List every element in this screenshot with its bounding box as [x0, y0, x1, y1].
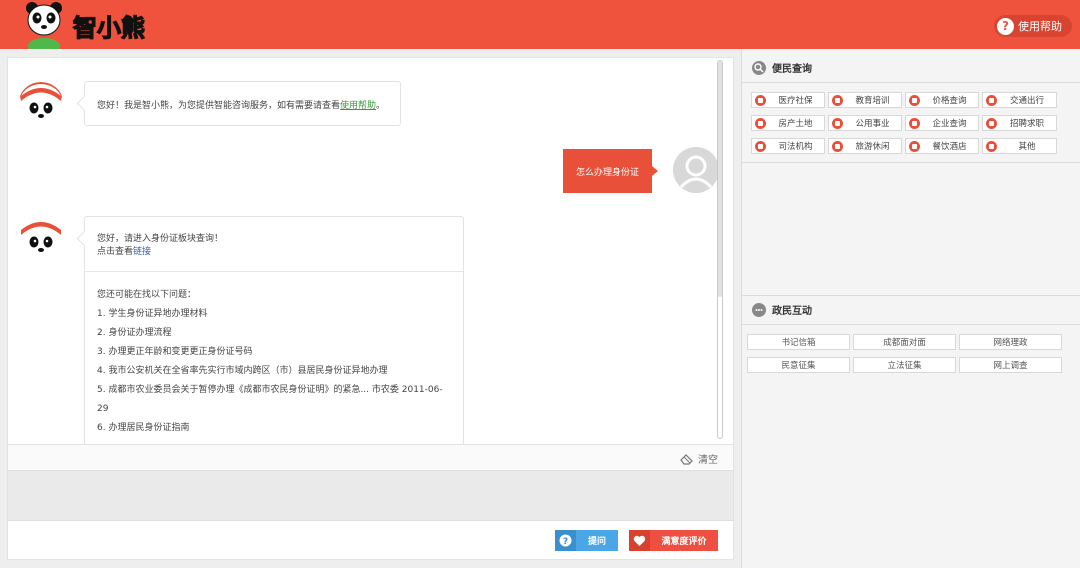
user-avatar-icon: [673, 147, 719, 193]
rate-button[interactable]: 满意度评价: [629, 530, 718, 551]
user-message-text: 怎么办理身份证: [575, 167, 639, 178]
magnifier-icon: [909, 117, 920, 129]
divider: [742, 82, 1080, 83]
suggestion-title: 您还可能在找以下问题：: [97, 290, 197, 300]
question-icon: ?: [555, 530, 576, 551]
service-education[interactable]: 教育培训: [828, 92, 902, 108]
suggestion-item[interactable]: 4. 我市公安机关在全省率先实行市域内跨区（市）县居民身份证异地办理: [97, 362, 451, 381]
message-scrollbar[interactable]: [717, 60, 723, 439]
gov-item-face-to-face[interactable]: 成都面对面: [853, 334, 956, 350]
service-dining[interactable]: 餐饮酒店: [905, 138, 979, 154]
service-label: 餐饮酒店: [932, 142, 967, 152]
eraser-icon: [680, 453, 693, 465]
message-list: 您好！我是智小熊，为您提供智能咨询服务，如有需要请查看使用帮助。 怎么办理身份证: [8, 58, 733, 444]
service-other[interactable]: 其他: [982, 138, 1057, 154]
dish-icon: [909, 140, 920, 152]
heart-icon: [629, 530, 650, 551]
gov-item-mailbox[interactable]: 书记信箱: [747, 334, 850, 350]
reply-line1: 您好，请进入身份证板块查询！: [97, 234, 224, 244]
service-label: 价格查询: [932, 96, 967, 106]
suggestion-item[interactable]: 2. 身份证办理流程: [97, 324, 451, 343]
gov-item-online-governance[interactable]: 网络理政: [959, 334, 1062, 350]
bot-greeting-bubble: 您好！我是智小熊，为您提供智能咨询服务，如有需要请查看使用帮助。: [84, 81, 401, 126]
service-label: 司法机构: [778, 142, 813, 152]
reply-line2: 点击查看链接: [97, 246, 451, 259]
bot-greeting-text: 您好！我是智小熊，为您提供智能咨询服务，如有需要请查看: [97, 101, 341, 111]
scrollbar-thumb[interactable]: [718, 61, 722, 297]
reply-link[interactable]: 链接: [133, 247, 151, 257]
tree-icon: [832, 140, 843, 152]
gov-item-legislation[interactable]: 立法征集: [853, 357, 956, 373]
service-label: 教育培训: [855, 96, 890, 106]
divider: [742, 324, 1080, 325]
gov-section-title: 政民互动: [752, 302, 812, 317]
clear-label: 清空: [698, 455, 718, 466]
suggestion-list: 您还可能在找以下问题： 1. 学生身份证异地办理材料 2. 身份证办理流程 3.…: [85, 272, 463, 444]
bot-avatar-icon: [18, 82, 64, 128]
reply-header: 您好，请进入身份证板块查询！ 点击查看链接: [85, 217, 463, 272]
rate-label: 满意度评价: [661, 537, 707, 547]
service-price[interactable]: 价格查询: [905, 92, 979, 108]
help-link[interactable]: 使用帮助: [340, 101, 376, 111]
bot-reply-bubble: 您好，请进入身份证板块查询！ 点击查看链接 您还可能在找以下问题： 1. 学生身…: [84, 216, 464, 444]
service-label: 交通出行: [1009, 96, 1044, 106]
service-label: 招聘求职: [1009, 119, 1044, 129]
hospital-icon: [755, 94, 766, 106]
utility-icon: [832, 117, 843, 129]
service-tourism[interactable]: 旅游休闲: [828, 138, 902, 154]
help-label: 使用帮助: [1018, 20, 1062, 33]
panda-logo[interactable]: 智小熊: [18, 0, 158, 54]
service-medical[interactable]: 医疗社保: [751, 92, 825, 108]
gavel-icon: [755, 140, 766, 152]
service-utilities[interactable]: 公用事业: [828, 115, 902, 131]
help-button[interactable]: ? 使用帮助: [994, 15, 1072, 37]
suggestion-item[interactable]: 5. 成都市农业委员会关于暂停办理《成都市农民身份证明》的紧急... 市农委 2…: [97, 381, 451, 419]
service-label: 医疗社保: [778, 96, 813, 106]
svg-text:?: ?: [563, 537, 568, 547]
service-section-title: 便民查询: [752, 60, 812, 75]
clear-bar: 清空: [8, 444, 733, 469]
question-icon: ?: [997, 17, 1014, 35]
service-judicial[interactable]: 司法机构: [751, 138, 825, 154]
service-housing[interactable]: 房产土地: [751, 115, 825, 131]
chat-icon: [752, 302, 766, 317]
service-label: 旅游休闲: [855, 142, 890, 152]
more-icon: [986, 140, 997, 152]
divider: [742, 162, 1080, 163]
suggestion-item[interactable]: 1. 学生身份证异地办理材料: [97, 305, 451, 324]
top-header: 智小熊 ? 使用帮助: [0, 0, 1080, 54]
service-jobs[interactable]: 招聘求职: [982, 115, 1057, 131]
gov-title-text: 政民互动: [772, 306, 812, 317]
ask-button[interactable]: ? 提问: [555, 530, 618, 551]
education-icon: [832, 94, 843, 106]
service-label: 其他: [1018, 142, 1036, 152]
service-title-text: 便民查询: [772, 64, 812, 75]
divider: [742, 295, 1080, 296]
chat-panel: 您好！我是智小熊，为您提供智能咨询服务，如有需要请查看使用帮助。 怎么办理身份证: [7, 57, 734, 560]
bot-avatar-icon: [18, 216, 64, 262]
right-sidebar: 便民查询 医疗社保 教育培训 价格查询 交通出行 房产土地 公用事业 企业查询 …: [741, 49, 1080, 568]
service-traffic[interactable]: 交通出行: [982, 92, 1057, 108]
service-enterprise[interactable]: 企业查询: [905, 115, 979, 131]
service-label: 企业查询: [932, 119, 967, 129]
service-label: 公用事业: [855, 119, 890, 129]
reply-line2-prefix: 点击查看: [97, 247, 134, 257]
house-icon: [755, 117, 766, 129]
service-label: 房产土地: [778, 119, 813, 129]
person-icon: [986, 117, 997, 129]
bot-greeting-end: 。: [376, 101, 386, 111]
user-message-bubble: 怎么办理身份证: [563, 149, 658, 193]
price-icon: [909, 94, 920, 106]
search-icon: [752, 60, 766, 75]
clear-button[interactable]: 清空: [680, 451, 718, 466]
logo-text: 智小熊: [73, 14, 145, 42]
suggestion-item[interactable]: 6. 办理居民身份证指南: [97, 419, 451, 438]
gov-item-survey[interactable]: 网上调查: [959, 357, 1062, 373]
gov-item-opinion[interactable]: 民意征集: [747, 357, 850, 373]
suggestion-item[interactable]: 3. 办理更正年龄和变更更正身份证号码: [97, 343, 451, 362]
message-input[interactable]: [8, 470, 733, 521]
bus-icon: [986, 94, 997, 106]
ask-label: 提问: [587, 537, 606, 547]
